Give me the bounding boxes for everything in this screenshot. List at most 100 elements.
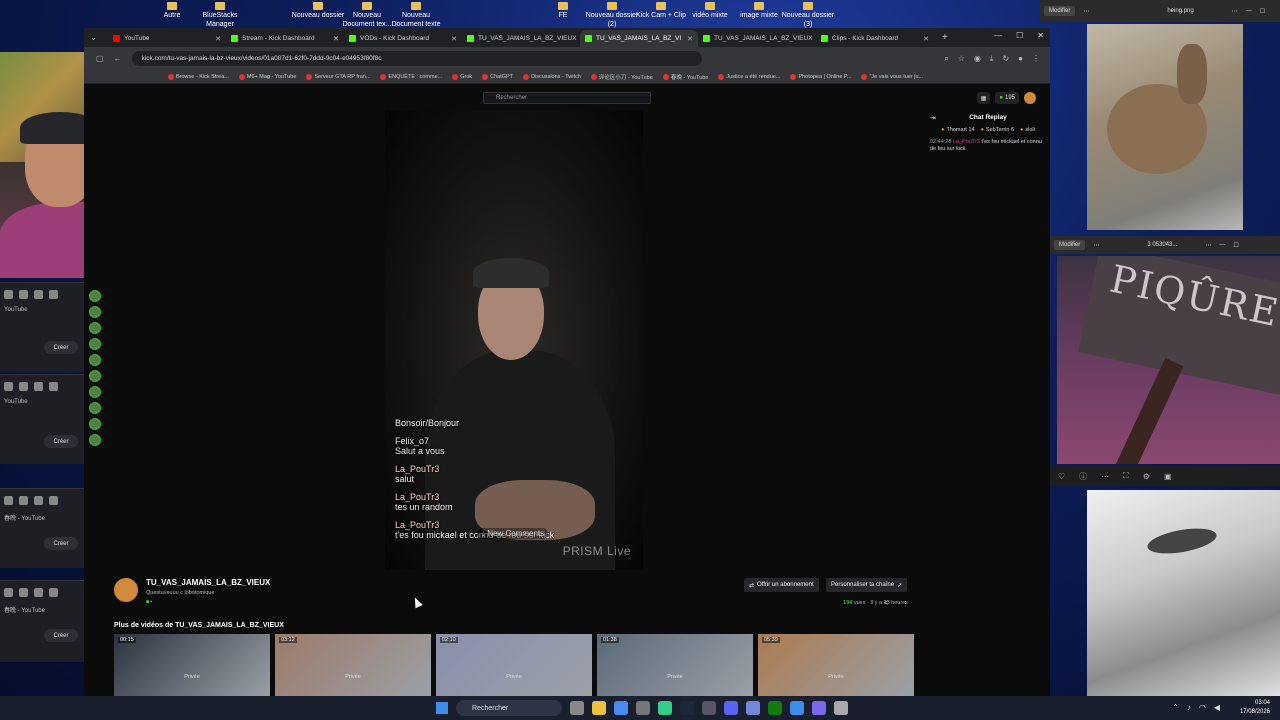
- gift-subscription-button[interactable]: ⇄ Offrir un abonnement: [744, 578, 819, 592]
- video-thumbnail[interactable]: 02:10 Privée: [436, 634, 592, 696]
- browse-icon[interactable]: ▦: [976, 92, 991, 104]
- taskbar-app-icon[interactable]: [746, 701, 760, 715]
- tab-close-icon[interactable]: ✕: [687, 35, 693, 43]
- customize-channel-button[interactable]: Personnaliser ta chaîne ↗: [826, 578, 908, 592]
- taskbar-app-icon[interactable]: [592, 701, 606, 715]
- channel-name[interactable]: TU_VAS_JAMAIS_LA_BZ_VIEUX: [146, 578, 270, 587]
- minimize-icon[interactable]: —: [1246, 8, 1252, 14]
- tab-close-icon[interactable]: ✕: [451, 35, 457, 43]
- video-thumbnail[interactable]: 01:38 Privée: [597, 634, 753, 696]
- browser-tab[interactable]: VODs - Kick Dashboard ✕: [344, 30, 462, 47]
- tab-search-icon[interactable]: ⌄: [84, 33, 108, 42]
- bookmark-item[interactable]: Serveur GTA RP fran...: [306, 73, 370, 80]
- video-thumbnail[interactable]: 00:15 Privée: [114, 634, 270, 696]
- sidebar-toggle-icon[interactable]: ▢: [96, 54, 104, 63]
- taskbar-app-icon[interactable]: [790, 701, 804, 715]
- followed-channel-avatar[interactable]: [89, 290, 101, 302]
- browser-tab[interactable]: TU_VAS_JAMAIS_LA_BZ_VIEUX✕: [698, 30, 816, 47]
- points-badge[interactable]: ● 195: [995, 92, 1019, 104]
- video-thumbnail[interactable]: 03:12 Privée: [275, 634, 431, 696]
- desktop-icon[interactable]: Nouveau dossier (3): [778, 2, 838, 29]
- desktop-icon[interactable]: Nouveau Document texte: [386, 2, 446, 29]
- fullscreen-icon[interactable]: ▣: [1164, 472, 1172, 481]
- taskbar-app-icon[interactable]: [768, 701, 782, 715]
- browser-tab[interactable]: YouTube ✕: [108, 30, 226, 47]
- settings-icon[interactable]: ⚙: [1143, 472, 1150, 481]
- new-tab-button[interactable]: +: [942, 32, 948, 43]
- share-icon[interactable]: <: [884, 600, 888, 607]
- more-icon[interactable]: ⋯: [1093, 242, 1099, 249]
- close-icon[interactable]: ✕: [1037, 31, 1044, 40]
- taskbar-app-icon[interactable]: [812, 701, 826, 715]
- bookmark-item[interactable]: 评论区小刀 - YouTube: [590, 73, 653, 81]
- back-icon[interactable]: ←: [114, 54, 122, 63]
- mic-icon[interactable]: ♪: [1187, 703, 1191, 712]
- zoom-icon[interactable]: ⌕: [944, 54, 948, 64]
- followed-channel-avatar[interactable]: [89, 402, 101, 414]
- create-button[interactable]: Créer: [44, 537, 78, 550]
- edit-button[interactable]: Modifier: [1044, 6, 1076, 16]
- tab-close-icon[interactable]: ✕: [923, 35, 929, 43]
- bookmark-item[interactable]: Discussions - Twitch: [523, 73, 581, 80]
- bookmark-item[interactable]: M6+ Mag - YouTube: [238, 73, 296, 80]
- mini-window-youtube-1[interactable]: YouTube Créer: [0, 282, 84, 372]
- mini-window-youtube-4[interactable]: 春晚 - YouTube Créer: [0, 580, 84, 662]
- taskbar-app-icon[interactable]: [702, 701, 716, 715]
- minimize-icon[interactable]: —: [1219, 242, 1225, 248]
- taskbar-clock[interactable]: 03:04 17/08/2026: [1240, 699, 1270, 717]
- browser-tab[interactable]: TU_VAS_JAMAIS_LA_BZ_VIEUX✕: [462, 30, 580, 47]
- taskbar-app-icon[interactable]: [614, 701, 628, 715]
- chevron-up-icon[interactable]: ⌃: [1172, 703, 1179, 712]
- bookmark-item[interactable]: Grok: [452, 73, 472, 80]
- chat-top-user[interactable]: Thomart 14: [941, 127, 974, 133]
- more-options-icon[interactable]: ⋮: [902, 600, 909, 608]
- taskbar-app-icon[interactable]: [658, 701, 672, 715]
- taskbar-app-icon[interactable]: [724, 701, 738, 715]
- followed-channel-avatar[interactable]: [89, 434, 101, 446]
- crop-icon[interactable]: ⛶: [1123, 471, 1129, 481]
- more-icon[interactable]: ⋯: [1205, 242, 1211, 249]
- mini-window-youtube-3[interactable]: 春晚 - YouTube Créer: [0, 488, 84, 568]
- tab-close-icon[interactable]: ✕: [333, 35, 339, 43]
- taskbar-app-icon[interactable]: [636, 701, 650, 715]
- taskbar-search-input[interactable]: Rechercher: [456, 700, 562, 716]
- bookmark-item[interactable]: ENQUÊTE : comme...: [380, 73, 442, 80]
- maximize-icon[interactable]: ☐: [1260, 8, 1265, 15]
- bookmark-item[interactable]: Browse - Kick Strea...: [168, 73, 229, 80]
- browser-tab[interactable]: Clips - Kick Dashboard ✕: [816, 30, 934, 47]
- extension-icon[interactable]: ◉: [974, 54, 981, 64]
- bookmark-item[interactable]: Photopea | Online P...: [790, 73, 851, 80]
- taskbar-app-icon[interactable]: [570, 701, 584, 715]
- search-input[interactable]: Rechercher: [483, 92, 651, 104]
- more-icon[interactable]: ⋯: [1101, 472, 1109, 481]
- followed-channel-avatar[interactable]: [89, 338, 101, 350]
- desktop-icon[interactable]: BlueStacks Manager: [190, 2, 250, 29]
- bookmark-item[interactable]: 春晚 - YouTube: [662, 73, 708, 81]
- maximize-icon[interactable]: ☐: [1016, 31, 1023, 40]
- followed-channel-avatar[interactable]: [89, 354, 101, 366]
- bookmark-item[interactable]: ChatGPT: [482, 73, 513, 80]
- history-icon[interactable]: ↻: [1002, 54, 1009, 64]
- bookmark-star-icon[interactable]: ☆: [958, 54, 965, 64]
- profile-icon[interactable]: ●: [1018, 54, 1023, 64]
- followed-channel-avatar[interactable]: [89, 306, 101, 318]
- create-button[interactable]: Créer: [44, 435, 78, 448]
- followed-channel-avatar[interactable]: [89, 322, 101, 334]
- minimize-icon[interactable]: —: [994, 31, 1002, 40]
- create-button[interactable]: Créer: [44, 341, 78, 354]
- video-player[interactable]: Bonsoir/Bonjour Felix_o7 Salut a vous La_Po…: [385, 110, 643, 570]
- chat-username[interactable]: La_PouTr3: [953, 139, 980, 145]
- create-button[interactable]: Créer: [44, 629, 78, 642]
- followed-channel-avatar[interactable]: [89, 386, 101, 398]
- mini-window-youtube-2[interactable]: YouTube Créer: [0, 374, 84, 464]
- tab-close-icon[interactable]: ✕: [215, 35, 221, 43]
- chat-top-user[interactable]: sloli: [1020, 127, 1034, 133]
- browser-tab[interactable]: Stream - Kick Dashboard ✕: [226, 30, 344, 47]
- maximize-icon[interactable]: ☐: [1233, 242, 1238, 249]
- collapse-chat-icon[interactable]: ⇥: [930, 114, 936, 122]
- address-bar[interactable]: kick.com/tu-vas-jamais-la-bz-vieux/video…: [131, 51, 702, 66]
- followed-channel-avatar[interactable]: [89, 370, 101, 382]
- volume-icon[interactable]: ◀: [1214, 703, 1220, 712]
- taskbar-app-icon[interactable]: [834, 701, 848, 715]
- browser-tab[interactable]: TU_VAS_JAMAIS_LA_BZ_VI ✕: [580, 30, 698, 47]
